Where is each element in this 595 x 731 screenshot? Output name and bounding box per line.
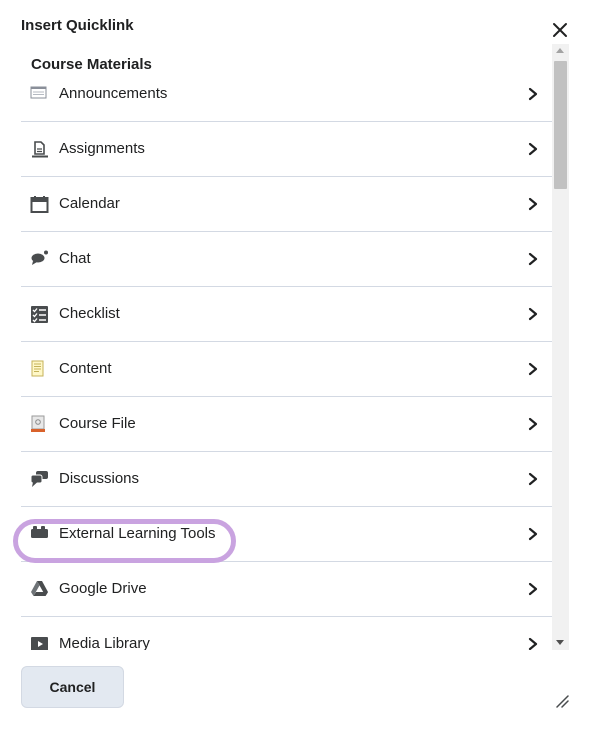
- google-drive-icon: [31, 581, 48, 596]
- checklist-icon: [31, 306, 48, 323]
- list-item-calendar[interactable]: Calendar: [21, 177, 552, 232]
- list-item-label: External Learning Tools: [59, 525, 216, 542]
- scrollbar-thumb[interactable]: [554, 61, 567, 189]
- quicklink-list: Announcements Assignments Calendar Chat …: [21, 67, 552, 650]
- list-item-label: Media Library: [59, 635, 150, 650]
- list-item-label: Assignments: [59, 140, 145, 157]
- chevron-right-icon: [528, 362, 538, 376]
- chevron-right-icon: [528, 87, 538, 101]
- list-item-label: Discussions: [59, 470, 140, 487]
- course-file-icon: [31, 415, 45, 432]
- list-item-label: Google Drive: [59, 580, 147, 597]
- cancel-button[interactable]: Cancel: [21, 666, 124, 708]
- chevron-right-icon: [528, 417, 538, 431]
- chevron-right-icon: [528, 307, 538, 321]
- scroll-down-arrow-icon[interactable]: [556, 640, 564, 645]
- chevron-right-icon: [528, 252, 538, 266]
- chevron-right-icon: [528, 637, 538, 650]
- list-item-chat[interactable]: Chat: [21, 232, 552, 287]
- close-icon[interactable]: [550, 20, 570, 40]
- list-item-label: Announcements: [59, 85, 168, 102]
- resize-handle-icon[interactable]: [555, 694, 569, 708]
- list-item-label: Course File: [59, 415, 136, 432]
- list-item-checklist[interactable]: Checklist: [21, 287, 552, 342]
- chevron-right-icon: [528, 582, 538, 596]
- dialog-title: Insert Quicklink: [21, 17, 134, 34]
- scrollbar[interactable]: [552, 44, 569, 650]
- list-item-label: Checklist: [59, 305, 120, 322]
- chevron-right-icon: [528, 142, 538, 156]
- list-item-course-file[interactable]: Course File: [21, 397, 552, 452]
- scroll-up-arrow-icon[interactable]: [556, 48, 564, 53]
- chevron-right-icon: [528, 472, 538, 486]
- list-item-label: Content: [59, 360, 112, 377]
- list-item-assignments[interactable]: Assignments: [21, 122, 552, 177]
- content-icon: [31, 360, 44, 377]
- assignments-icon: [32, 141, 48, 158]
- list-item-media-library[interactable]: Media Library: [21, 617, 552, 650]
- list-item-external-learning-tools[interactable]: External Learning Tools: [21, 507, 552, 562]
- list-item-announcements[interactable]: Announcements: [21, 67, 552, 122]
- discussions-icon: [30, 471, 48, 487]
- list-item-label: Chat: [59, 250, 91, 267]
- list-item-discussions[interactable]: Discussions: [21, 452, 552, 507]
- list-item-google-drive[interactable]: Google Drive: [21, 562, 552, 617]
- calendar-icon: [30, 196, 49, 213]
- list-item-label: Calendar: [59, 195, 120, 212]
- chevron-right-icon: [528, 527, 538, 541]
- list-item-content[interactable]: Content: [21, 342, 552, 397]
- announcements-icon: [30, 86, 47, 99]
- chevron-right-icon: [528, 197, 538, 211]
- media-library-icon: [31, 637, 48, 650]
- external-tools-icon: [31, 526, 48, 538]
- quicklink-list-panel: Course Materials Announcements Assignmen…: [21, 44, 552, 650]
- chat-icon: [31, 250, 48, 265]
